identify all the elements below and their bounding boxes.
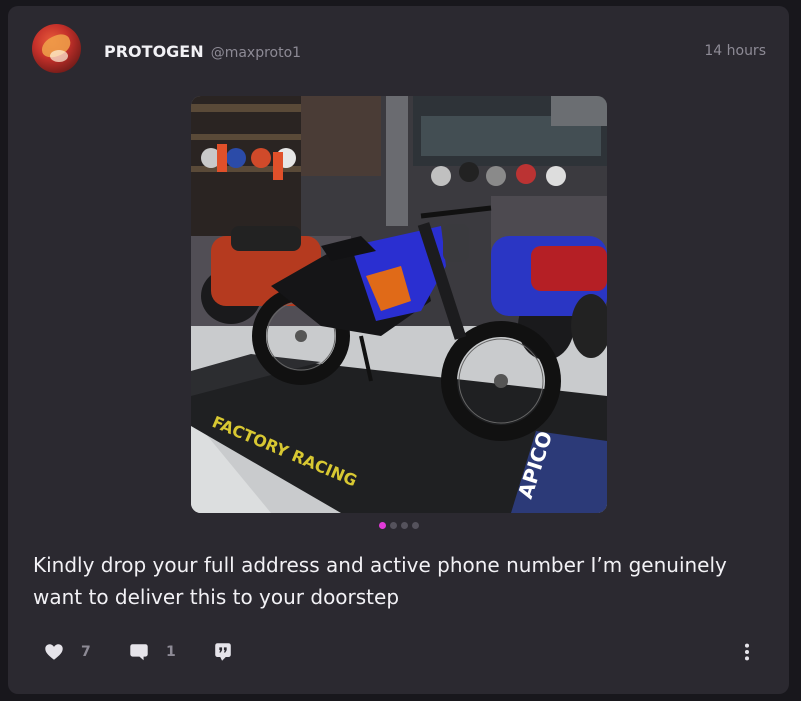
more-options-button[interactable] [736,639,758,665]
post-timestamp[interactable]: 14 hours [704,43,766,59]
post-text-line: want to deliver this to your doorstep [33,585,400,609]
like-button[interactable]: 7 [43,639,91,665]
share-button[interactable] [212,639,234,665]
carousel-dot[interactable] [400,522,408,529]
author-handle[interactable]: @maxproto1 [211,45,301,61]
post-image[interactable]: FACTORY RACING APICO [191,96,607,513]
carousel-dot[interactable] [389,522,397,529]
vertical-dots-icon [744,643,750,661]
like-count: 7 [81,644,91,660]
comment-button[interactable]: 1 [128,639,176,665]
post-body-text: Kindly drop your full address and active… [33,549,763,613]
comment-count: 1 [166,644,176,660]
motorcycle-showroom-photo: FACTORY RACING APICO [191,96,607,513]
carousel-indicator [8,522,789,529]
carousel-dot-active[interactable] [378,522,386,529]
quote-share-icon [215,643,231,661]
post-text-line: Kindly drop your full address and active… [33,553,727,577]
post-card: PROTOGEN @maxproto1 14 hours FACTORY RAC… [8,6,789,694]
avatar[interactable] [32,24,81,73]
author-display-name[interactable]: PROTOGEN [104,42,204,61]
carousel-dot[interactable] [411,522,419,529]
author-line: PROTOGEN @maxproto1 [104,42,301,61]
heart-icon [45,644,63,660]
comment-bubble-icon [130,644,148,661]
post-actions: 7 1 [8,639,789,665]
